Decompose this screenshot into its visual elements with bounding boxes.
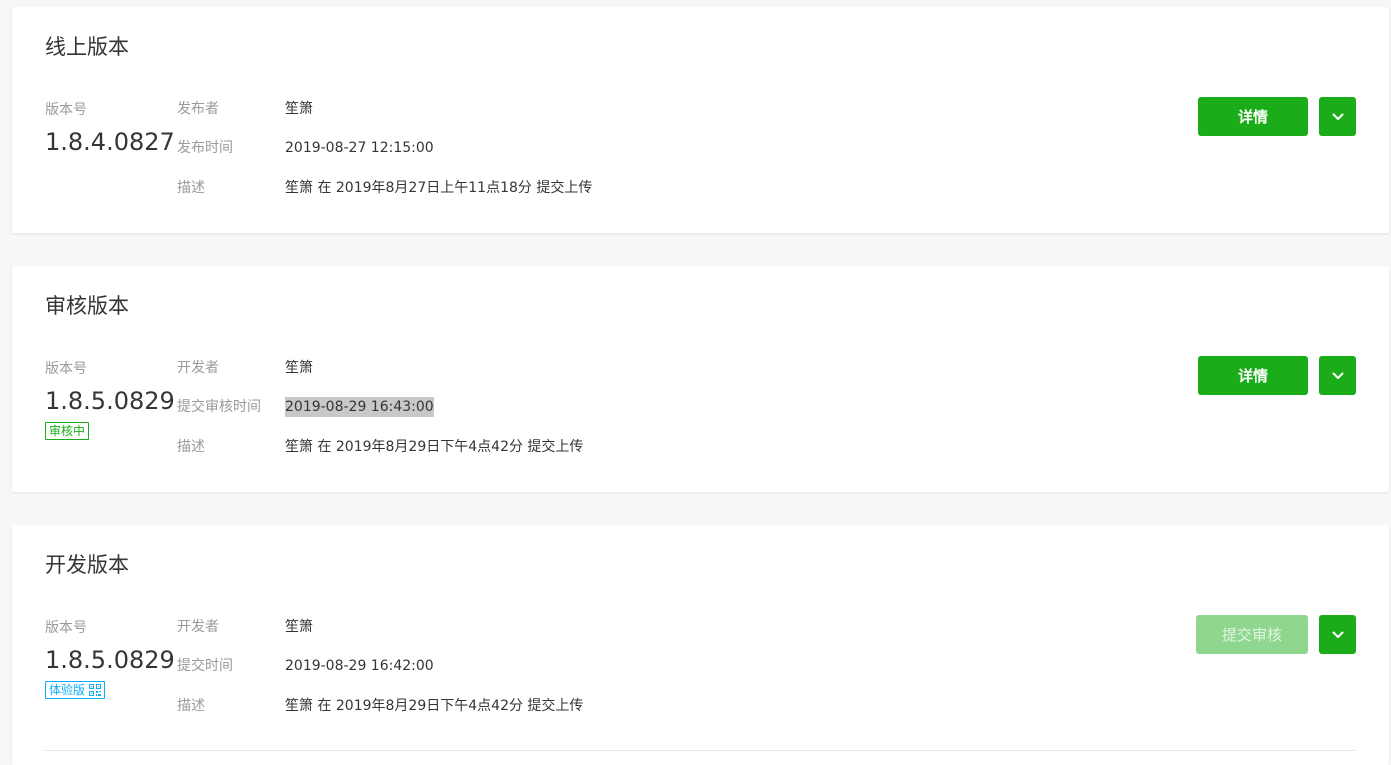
submit-time-label: 提交时间	[177, 658, 233, 674]
more-actions-dropdown-button[interactable]	[1319, 615, 1356, 654]
description-label: 描述	[177, 439, 205, 455]
chevron-down-icon	[1332, 113, 1343, 120]
version-number-label: 版本号	[45, 361, 87, 377]
more-actions-dropdown-button[interactable]	[1319, 97, 1356, 136]
version-number: 1.8.4.0827	[45, 128, 175, 156]
publish-time-value[interactable]: 2019-08-27 12:15:00	[285, 138, 434, 158]
developer-label: 开发者	[177, 360, 219, 376]
description-value[interactable]: 笙箫 在 2019年8月29日下午4点42分 提交上传	[285, 696, 583, 716]
dev-version-title: 开发版本	[45, 553, 129, 577]
description-value[interactable]: 笙箫 在 2019年8月29日下午4点42分 提交上传	[285, 437, 583, 457]
submit-for-review-button[interactable]: 提交审核	[1196, 615, 1308, 654]
chevron-down-icon	[1332, 631, 1343, 638]
details-button[interactable]: 详情	[1198, 97, 1308, 136]
dev-version-card: 开发版本 版本号 1.8.5.0829 体验版 开发者 笙箫 提交时间 2019…	[12, 525, 1389, 765]
experience-version-label: 体验版	[49, 683, 86, 697]
publish-time-label: 发布时间	[177, 140, 233, 156]
description-label: 描述	[177, 698, 205, 714]
developer-label: 开发者	[177, 619, 219, 635]
developer-value: 笙箫	[285, 619, 313, 635]
under-review-badge: 审核中	[45, 422, 90, 440]
description-label: 描述	[177, 180, 205, 196]
version-number: 1.8.5.0829	[45, 387, 175, 415]
submit-time-value[interactable]: 2019-08-29 16:42:00	[285, 656, 434, 676]
publisher-label: 发布者	[177, 101, 219, 117]
review-submit-time-value[interactable]: 2019-08-29 16:43:00	[285, 397, 434, 417]
publisher-value: 笙箫	[285, 101, 313, 117]
developer-value: 笙箫	[285, 360, 313, 376]
details-button[interactable]: 详情	[1198, 356, 1308, 395]
more-actions-dropdown-button[interactable]	[1319, 356, 1356, 395]
version-number-label: 版本号	[45, 102, 87, 118]
experience-version-badge[interactable]: 体验版	[45, 681, 106, 699]
description-value[interactable]: 笙箫 在 2019年8月27日上午11点18分 提交上传	[285, 178, 592, 198]
version-number-label: 版本号	[45, 620, 87, 636]
version-number: 1.8.5.0829	[45, 646, 175, 674]
chevron-down-icon	[1332, 372, 1343, 379]
online-version-card: 线上版本 版本号 1.8.4.0827 发布者 笙箫 发布时间 2019-08-…	[12, 7, 1389, 233]
review-version-card: 审核版本 版本号 1.8.5.0829 审核中 开发者 笙箫 提交审核时间 20…	[12, 266, 1389, 492]
online-version-title: 线上版本	[45, 35, 129, 59]
qr-code-icon[interactable]	[89, 684, 102, 696]
section-divider	[45, 750, 1356, 751]
review-submit-time-label: 提交审核时间	[177, 399, 261, 415]
review-version-title: 审核版本	[45, 294, 129, 318]
